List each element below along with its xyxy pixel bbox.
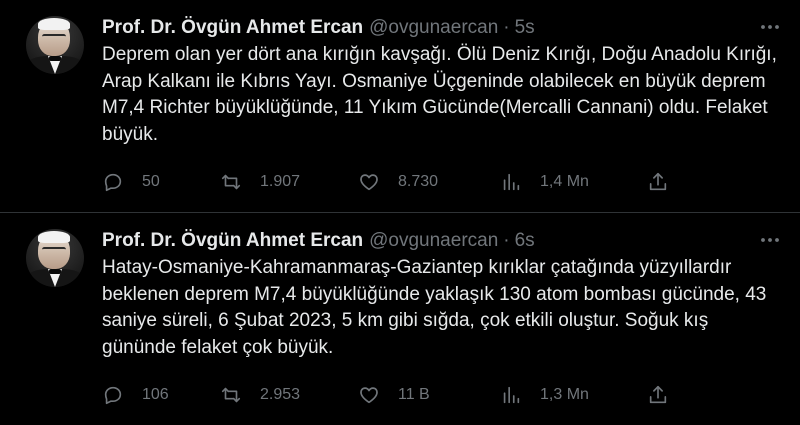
timestamp[interactable]: 5s [515, 17, 535, 39]
retweet-button[interactable]: 1.907 [220, 168, 300, 196]
reply-button[interactable]: 50 [102, 168, 160, 196]
reply-icon [104, 173, 122, 192]
share-icon [649, 172, 667, 191]
share-button[interactable] [647, 168, 669, 196]
share-icon [649, 385, 667, 404]
views-icon [503, 173, 520, 191]
tweet-actions: 106 2.953 11 B 1,3 Mn [100, 381, 680, 409]
more-icon[interactable] [758, 230, 782, 250]
retweet-button[interactable]: 2.953 [220, 381, 300, 409]
views-button[interactable]: 1,4 Mn [500, 168, 589, 196]
separator: · [503, 17, 510, 38]
heart-icon [360, 387, 378, 404]
like-button[interactable]: 11 B [358, 381, 430, 409]
views-button[interactable]: 1,3 Mn [500, 381, 589, 409]
tweet[interactable]: Prof. Dr. Övgün Ahmet Ercan @ovgunaercan… [0, 0, 800, 213]
reply-count: 106 [142, 386, 169, 403]
retweet-count: 2.953 [260, 386, 301, 403]
views-icon [503, 386, 520, 404]
reply-button[interactable]: 106 [102, 381, 169, 409]
tweet-header: Prof. Dr. Övgün Ahmet Ercan @ovgunaercan… [102, 16, 535, 40]
more-icon[interactable] [758, 17, 782, 37]
reply-icon [104, 386, 122, 405]
separator: · [503, 230, 510, 251]
like-count: 11 B [398, 386, 430, 403]
tweet[interactable]: Prof. Dr. Övgün Ahmet Ercan @ovgunaercan… [0, 213, 800, 425]
retweet-icon [221, 387, 241, 403]
share-button[interactable] [647, 381, 669, 409]
heart-icon [360, 174, 378, 191]
like-count: 8.730 [398, 173, 439, 190]
tweet-header: Prof. Dr. Övgün Ahmet Ercan @ovgunaercan… [102, 229, 535, 253]
tweet-text: Deprem olan yer dört ana kırığın kavşağı… [102, 44, 777, 145]
author-handle[interactable]: @ovgunaercan [369, 17, 498, 39]
timestamp[interactable]: 6s [515, 230, 535, 252]
reply-count: 50 [142, 173, 160, 190]
author-handle[interactable]: @ovgunaercan [369, 230, 498, 252]
retweet-count: 1.907 [260, 173, 301, 190]
like-button[interactable]: 8.730 [358, 168, 438, 196]
avatar[interactable] [26, 229, 84, 287]
author-name[interactable]: Prof. Dr. Övgün Ahmet Ercan [102, 230, 363, 252]
tweet-text: Hatay-Osmaniye-Kahramanmaraş-Gaziantep k… [102, 257, 767, 358]
view-count: 1,3 Mn [540, 386, 589, 403]
view-count: 1,4 Mn [540, 173, 589, 190]
avatar[interactable] [26, 16, 84, 74]
tweet-actions: 50 1.907 8.730 1,4 Mn [100, 168, 680, 196]
author-name[interactable]: Prof. Dr. Övgün Ahmet Ercan [102, 17, 363, 39]
retweet-icon [221, 174, 241, 190]
